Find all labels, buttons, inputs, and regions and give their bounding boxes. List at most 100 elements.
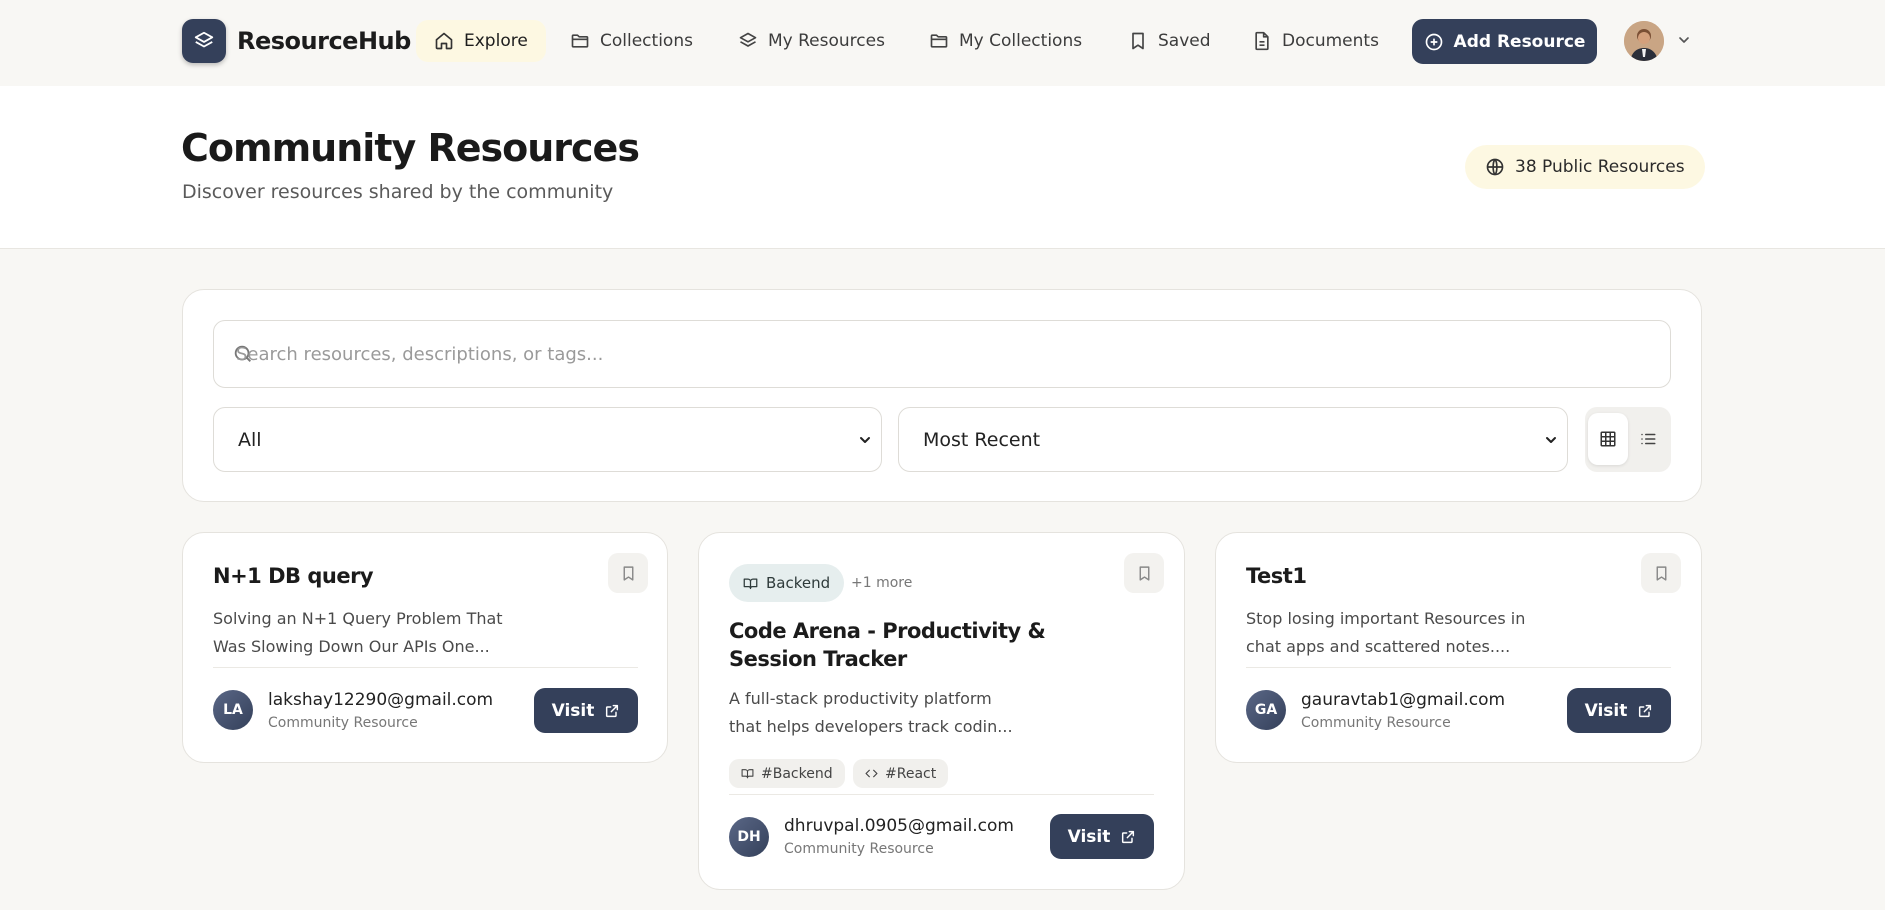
visit-button[interactable]: Visit <box>1567 688 1671 733</box>
category-select-value: All <box>238 428 262 451</box>
view-toggle <box>1585 407 1671 472</box>
author-avatar: GA <box>1246 690 1286 730</box>
resource-title: Test1 <box>1246 564 1307 588</box>
bookmark-icon <box>1132 32 1144 50</box>
nav-explore[interactable]: Explore <box>416 20 546 62</box>
resource-description: Solving an N+1 Query Problem That Was Sl… <box>213 605 513 661</box>
grid-view-button[interactable] <box>1588 413 1628 465</box>
visit-button[interactable]: Visit <box>534 688 638 733</box>
chevron-down-icon <box>1546 437 1556 443</box>
description-line: Solving an N+1 Query Problem That <box>213 609 503 628</box>
category-select[interactable]: All <box>213 407 882 472</box>
divider <box>729 794 1154 795</box>
home-icon <box>435 32 453 50</box>
layers-logo-icon <box>182 19 226 63</box>
page-header: Community Resources Discover resources s… <box>0 86 1885 249</box>
description-line: A full-stack productivity platform <box>729 689 992 708</box>
bookmark-icon <box>1656 565 1666 581</box>
add-resource-label: Add Resource <box>1453 31 1586 52</box>
grid-icon <box>1600 431 1616 447</box>
description-line: Was Slowing Down Our APIs One... <box>213 637 490 656</box>
sort-select-value: Most Recent <box>923 428 1041 451</box>
bookmark-button[interactable] <box>608 553 648 593</box>
external-link-icon <box>1122 830 1135 843</box>
nav-collections-label: Collections <box>600 31 693 51</box>
list-icon <box>1641 433 1656 445</box>
category-chip: Backend <box>729 564 845 602</box>
page-title: Community Resources <box>181 126 640 170</box>
nav-documents[interactable]: Documents <box>1234 20 1397 62</box>
plus-circle-icon <box>1425 33 1442 50</box>
author-avatar: LA <box>213 690 253 730</box>
book-icon <box>741 769 754 779</box>
book-icon <box>743 578 758 589</box>
nav-saved[interactable]: Saved <box>1110 20 1229 62</box>
folder-icon <box>571 34 589 48</box>
description-line: Stop losing important Resources in <box>1246 609 1526 628</box>
resource-title: Code Arena - Productivity & Session Trac… <box>729 617 1045 673</box>
nav-explore-label: Explore <box>464 31 528 51</box>
nav-documents-label: Documents <box>1282 31 1379 51</box>
resource-card[interactable]: Backend +1 more Code Arena - Productivit… <box>698 532 1185 890</box>
author-email: dhruvpal.0905@gmail.com <box>784 816 1014 836</box>
external-link-icon <box>1639 704 1652 717</box>
document-icon <box>1255 31 1269 51</box>
visit-label: Visit <box>551 700 595 721</box>
add-resource-button[interactable]: Add Resource <box>1412 19 1597 64</box>
tag-chip[interactable]: #React <box>853 759 949 788</box>
nav-saved-label: Saved <box>1158 31 1211 51</box>
resource-card[interactable]: Test1 Stop losing important Resources in… <box>1215 532 1702 763</box>
tag-label: #React <box>885 765 937 782</box>
search-box <box>213 320 1671 388</box>
bookmark-button[interactable] <box>1641 553 1681 593</box>
description-line: chat apps and scattered notes.... <box>1246 637 1511 656</box>
chevron-down-icon[interactable] <box>1676 32 1692 48</box>
author-email: lakshay12290@gmail.com <box>268 690 494 710</box>
resource-title: N+1 DB query <box>213 564 374 588</box>
public-resources-count: 38 Public Resources <box>1515 157 1685 177</box>
page-subtitle: Discover resources shared by the communi… <box>182 181 614 203</box>
visit-button[interactable]: Visit <box>1050 814 1154 859</box>
bookmark-button[interactable] <box>1124 553 1164 593</box>
nav-my-collections[interactable]: My Collections <box>911 20 1100 62</box>
user-photo-icon <box>1624 21 1664 61</box>
description-line: that helps developers track codin... <box>729 717 1013 736</box>
author-subtitle: Community Resource <box>784 841 934 857</box>
nav-my-resources[interactable]: My Resources <box>720 20 903 62</box>
external-link-icon <box>606 704 619 717</box>
globe-icon <box>1486 158 1504 176</box>
resource-description: A full-stack productivity platform that … <box>729 685 1029 741</box>
title-line: Code Arena - Productivity & <box>729 619 1046 643</box>
nav-collections[interactable]: Collections <box>552 20 711 62</box>
resource-description: Stop losing important Resources in chat … <box>1246 605 1546 661</box>
visit-label: Visit <box>1584 700 1628 721</box>
author-subtitle: Community Resource <box>1301 715 1451 731</box>
author-avatar: DH <box>729 817 769 857</box>
nav-my-collections-label: My Collections <box>959 31 1083 51</box>
bookmark-icon <box>1139 565 1149 581</box>
public-resources-badge: 38 Public Resources <box>1465 145 1705 189</box>
top-nav: ResourceHub Explore Collections My Resou… <box>0 0 1885 86</box>
resource-card[interactable]: N+1 DB query Solving an N+1 Query Proble… <box>182 532 668 763</box>
title-line: Session Tracker <box>729 647 907 671</box>
list-view-button[interactable] <box>1628 413 1668 465</box>
folder-icon <box>930 34 948 48</box>
tag-label: #Backend <box>761 765 833 782</box>
chevron-down-icon <box>860 437 870 443</box>
divider <box>1246 667 1671 668</box>
brand-logo[interactable]: ResourceHub <box>182 19 411 63</box>
category-label: Backend <box>766 574 831 592</box>
sort-select[interactable]: Most Recent <box>898 407 1568 472</box>
author-subtitle: Community Resource <box>268 715 418 731</box>
bookmark-icon <box>623 565 633 581</box>
layers-icon <box>739 32 757 47</box>
search-input[interactable] <box>236 321 1656 387</box>
tag-chip[interactable]: #Backend <box>729 759 845 788</box>
nav-my-resources-label: My Resources <box>768 31 885 51</box>
user-avatar[interactable] <box>1624 21 1664 61</box>
code-icon <box>865 769 878 778</box>
visit-label: Visit <box>1067 826 1111 847</box>
brand-name: ResourceHub <box>237 27 411 55</box>
author-email: gauravtab1@gmail.com <box>1301 690 1506 710</box>
more-categories: +1 more <box>851 575 913 591</box>
